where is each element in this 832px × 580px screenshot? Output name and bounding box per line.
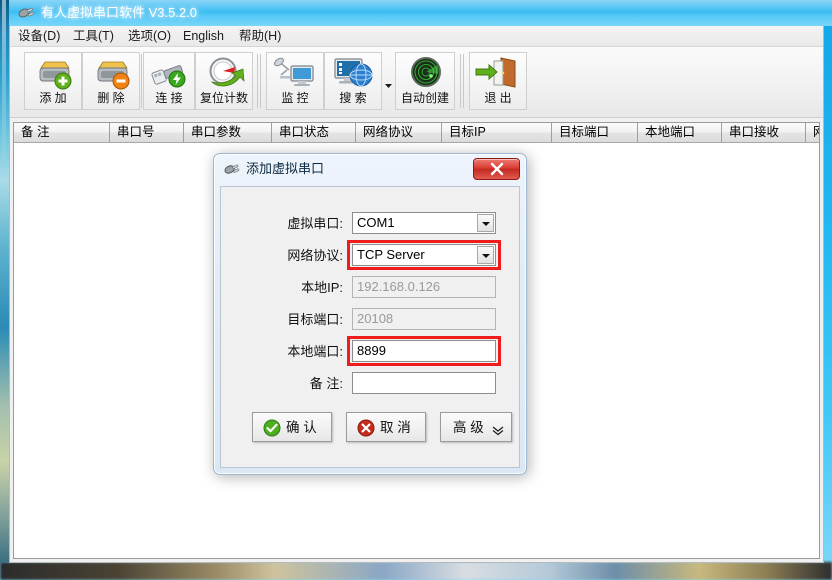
column-target-ip[interactable]: 目标IP (442, 123, 552, 142)
toolbar-monitor[interactable]: 监 控 (266, 52, 324, 110)
toolbar-separator (260, 54, 261, 108)
remark-label: 备 注: (309, 376, 343, 391)
port-add-icon (25, 56, 81, 90)
remark-field[interactable] (352, 372, 496, 394)
local-port-field[interactable]: 8899 (352, 340, 496, 362)
column-net-rx[interactable]: 网络接收 (806, 123, 819, 142)
target-port-label: 目标端口: (287, 312, 343, 327)
toolbar: 添 加 删 除 连 接 复位计数 监 控 搜 索 自动创建 退 出 (10, 47, 823, 118)
exit-door-icon (470, 56, 526, 90)
desktop-taskbar-strip (0, 562, 832, 580)
local-ip-label: 本地IP: (301, 280, 343, 295)
search-net-icon (325, 56, 381, 90)
radar-icon (396, 56, 454, 90)
list-column-header: 备 注 串口号 串口参数 串口状态 网络协议 目标IP 目标端口 本地端口 串口… (14, 123, 819, 143)
menu-english[interactable]: English (177, 28, 230, 45)
network-protocol-select[interactable]: TCP Server (352, 244, 496, 266)
dialog-body: 虚拟串口: COM1 网络协议: TCP Server 本地IP: 192.16… (220, 186, 520, 468)
column-local-port[interactable]: 本地端口 (638, 123, 722, 142)
virtual-port-select[interactable]: COM1 (352, 212, 496, 234)
add-virtual-port-dialog: 添加虚拟串口 虚拟串口: COM1 网络协议: TCP Server 本地IP:… (213, 153, 527, 475)
menu-help[interactable]: 帮助(H) (233, 28, 287, 45)
dialog-titlebar: 添加虚拟串口 (214, 154, 526, 184)
monitor-icon (267, 56, 323, 90)
toolbar-separator (141, 54, 142, 108)
cancel-button-label: 取 消 (380, 420, 411, 435)
chevron-down-icon[interactable] (384, 77, 393, 88)
chevron-down-icon[interactable] (477, 214, 494, 232)
local-ip-field: 192.168.0.126 (352, 276, 496, 298)
menubar: 设备(D) 工具(T) 选项(O) English 帮助(H) (10, 26, 823, 47)
column-target-port[interactable]: 目标端口 (552, 123, 638, 142)
virtual-port-value: COM1 (357, 215, 395, 230)
confirm-button[interactable]: 确 认 (252, 412, 332, 442)
field-row-local-port: 本地端口: 8899 (221, 336, 519, 366)
toolbar-reset-count-label: 复位计数 (199, 91, 248, 105)
network-protocol-value: TCP Server (357, 247, 425, 262)
toolbar-monitor-label: 监 控 (281, 91, 309, 105)
toolbar-separator (257, 54, 258, 108)
toolbar-autocreate[interactable]: 自动创建 (395, 52, 455, 110)
toolbar-reset-count[interactable]: 复位计数 (195, 52, 253, 110)
virtual-port-label: 虚拟串口: (287, 216, 343, 231)
toolbar-remove[interactable]: 删 除 (82, 52, 140, 110)
column-net-protocol[interactable]: 网络协议 (356, 123, 442, 142)
column-port-number[interactable]: 串口号 (110, 123, 184, 142)
dialog-title: 添加虚拟串口 (246, 161, 325, 176)
cancel-button[interactable]: 取 消 (346, 412, 426, 442)
toolbar-autocreate-label: 自动创建 (400, 91, 449, 105)
toolbar-search-label: 搜 索 (339, 91, 367, 105)
connect-icon (144, 56, 194, 90)
field-row-local-ip: 本地IP: 192.168.0.126 (221, 276, 519, 300)
menu-device[interactable]: 设备(D) (12, 28, 66, 45)
confirm-button-label: 确 认 (286, 420, 317, 435)
close-icon[interactable] (473, 158, 520, 180)
advanced-button[interactable]: 高 级 (440, 412, 512, 442)
window-titlebar: 有人虚拟串口软件 V3.5.2.0 (9, 0, 832, 26)
toolbar-remove-label: 删 除 (97, 91, 125, 105)
network-protocol-label: 网络协议: (287, 248, 343, 263)
chevron-double-down-icon (492, 423, 504, 436)
toolbar-add[interactable]: 添 加 (24, 52, 82, 110)
window-left-edge (0, 0, 9, 563)
toolbar-search[interactable]: 搜 索 (324, 52, 382, 110)
toolbar-separator (463, 54, 464, 108)
menu-options[interactable]: 选项(O) (122, 28, 177, 45)
field-row-virtual-port: 虚拟串口: COM1 (221, 212, 519, 236)
app-plug-icon (223, 161, 240, 178)
chevron-down-icon[interactable] (477, 246, 494, 264)
menu-tools[interactable]: 工具(T) (67, 28, 120, 45)
port-remove-icon (83, 56, 139, 90)
field-row-network-protocol: 网络协议: TCP Server (221, 240, 519, 270)
advanced-button-label: 高 级 (453, 420, 484, 435)
check-circle-icon (263, 419, 281, 437)
column-remark[interactable]: 备 注 (14, 123, 110, 142)
column-port-status[interactable]: 串口状态 (272, 123, 356, 142)
target-port-field: 20108 (352, 308, 496, 330)
field-row-remark: 备 注: (221, 372, 519, 396)
toolbar-add-label: 添 加 (39, 91, 67, 105)
cancel-circle-icon (357, 419, 375, 437)
toolbar-connect-label: 连 接 (155, 91, 183, 105)
toolbar-exit-label: 退 出 (484, 91, 512, 105)
app-plug-icon (17, 4, 35, 22)
toolbar-exit[interactable]: 退 出 (469, 52, 527, 110)
window-title: 有人虚拟串口软件 V3.5.2.0 (41, 5, 198, 20)
reset-count-icon (196, 56, 252, 90)
column-serial-rx[interactable]: 串口接收 (722, 123, 806, 142)
toolbar-separator (460, 54, 461, 108)
column-port-params[interactable]: 串口参数 (184, 123, 272, 142)
local-port-label: 本地端口: (287, 344, 343, 359)
toolbar-connect[interactable]: 连 接 (143, 52, 195, 110)
screen: 有人虚拟串口软件 V3.5.2.0 设备(D) 工具(T) 选项(O) Engl… (0, 0, 832, 580)
field-row-target-port: 目标端口: 20108 (221, 308, 519, 332)
